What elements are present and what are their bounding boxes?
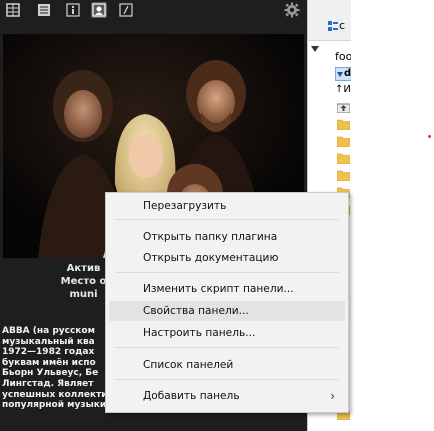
- menu-separator: [116, 379, 339, 380]
- context-menu: Перезагрузить Открыть папку плагина Откр…: [105, 192, 349, 413]
- file-panel-tabbar: c: [308, 0, 351, 41]
- chevron-down-icon[interactable]: [311, 46, 319, 52]
- grid-view-icon[interactable]: [5, 2, 21, 18]
- chevron-right-icon: ›: [330, 389, 335, 403]
- drive-selector[interactable]: d:: [335, 67, 351, 81]
- edit-icon[interactable]: [118, 2, 134, 18]
- menu-separator: [116, 272, 339, 273]
- menu-item-open-docs[interactable]: Открыть документацию: [109, 248, 345, 268]
- drive-label: d:: [344, 68, 351, 79]
- menu-item-label: Список панелей: [143, 359, 234, 371]
- folder-icon: [337, 153, 350, 164]
- up-folder-icon: [337, 103, 350, 113]
- menu-item-label: Открыть документацию: [143, 252, 279, 264]
- gear-icon[interactable]: [283, 1, 301, 19]
- menu-item-panel-properties[interactable]: Свойства панели...: [109, 301, 345, 321]
- menu-separator: [116, 219, 339, 220]
- menu-item-label: Настроить панель...: [143, 327, 256, 339]
- panel-toolbar: [0, 0, 307, 22]
- menu-separator: [116, 347, 339, 348]
- drive-dropdown-icon: [337, 72, 343, 77]
- menu-item-label: Изменить скрипт панели...: [143, 283, 294, 295]
- list-view-icon[interactable]: [36, 2, 52, 18]
- name-column-header[interactable]: ↑Им: [335, 84, 351, 95]
- info-icon[interactable]: [65, 2, 81, 18]
- panel-tab-icon[interactable]: [328, 16, 338, 35]
- menu-item-label: Открыть папку плагина: [143, 231, 278, 243]
- panel-tab-label[interactable]: c: [339, 19, 345, 32]
- cursor-dot: [428, 135, 431, 138]
- current-path: foo: [335, 50, 351, 63]
- menu-item-label: Перезагрузить: [143, 200, 227, 212]
- menu-item-edit-script[interactable]: Изменить скрипт панели...: [109, 279, 345, 299]
- menu-item-panel-list[interactable]: Список панелей: [109, 355, 345, 375]
- menu-item-reload[interactable]: Перезагрузить: [109, 196, 345, 216]
- folder-icon: [337, 119, 350, 130]
- menu-item-add-panel[interactable]: Добавить панель ›: [109, 386, 345, 406]
- menu-item-label: Свойства панели...: [143, 305, 249, 317]
- folder-icon: [337, 170, 350, 181]
- menu-item-configure-panel[interactable]: Настроить панель...: [109, 323, 345, 343]
- menu-item-label: Добавить панель: [143, 390, 240, 402]
- folder-icon: [337, 136, 350, 147]
- menu-item-open-plugin-folder[interactable]: Открыть папку плагина: [109, 227, 345, 247]
- artist-photo-icon[interactable]: [91, 2, 107, 18]
